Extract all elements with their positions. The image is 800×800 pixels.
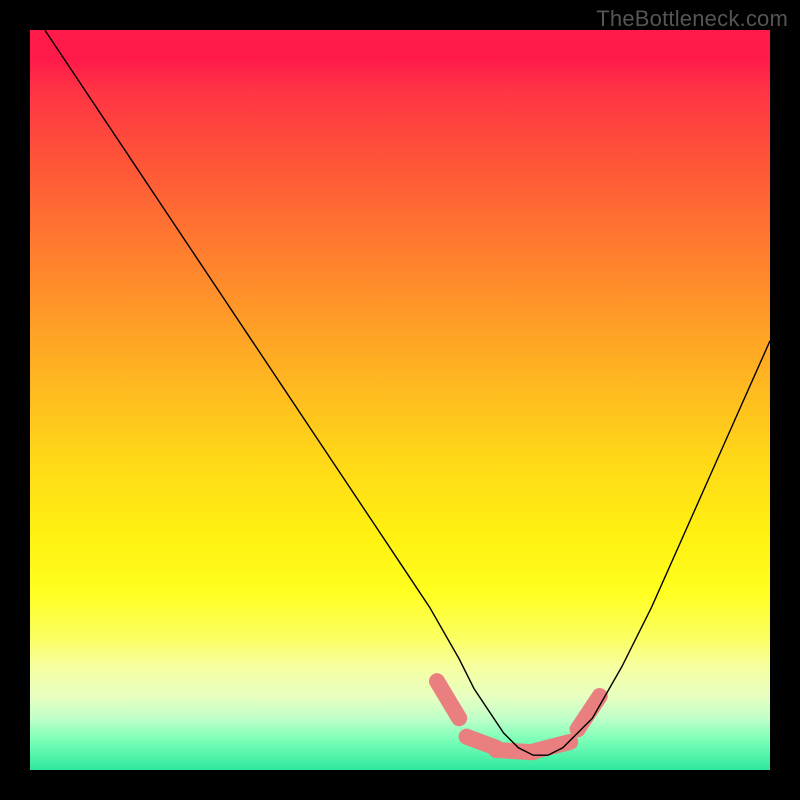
bottleneck-curve-line [45,30,770,755]
highlight-marker-segment [578,696,600,729]
highlight-marker-segment [437,681,459,718]
plot-area [30,30,770,770]
highlight-markers [437,681,600,752]
chart-svg [30,30,770,770]
watermark-text: TheBottleneck.com [596,6,788,32]
